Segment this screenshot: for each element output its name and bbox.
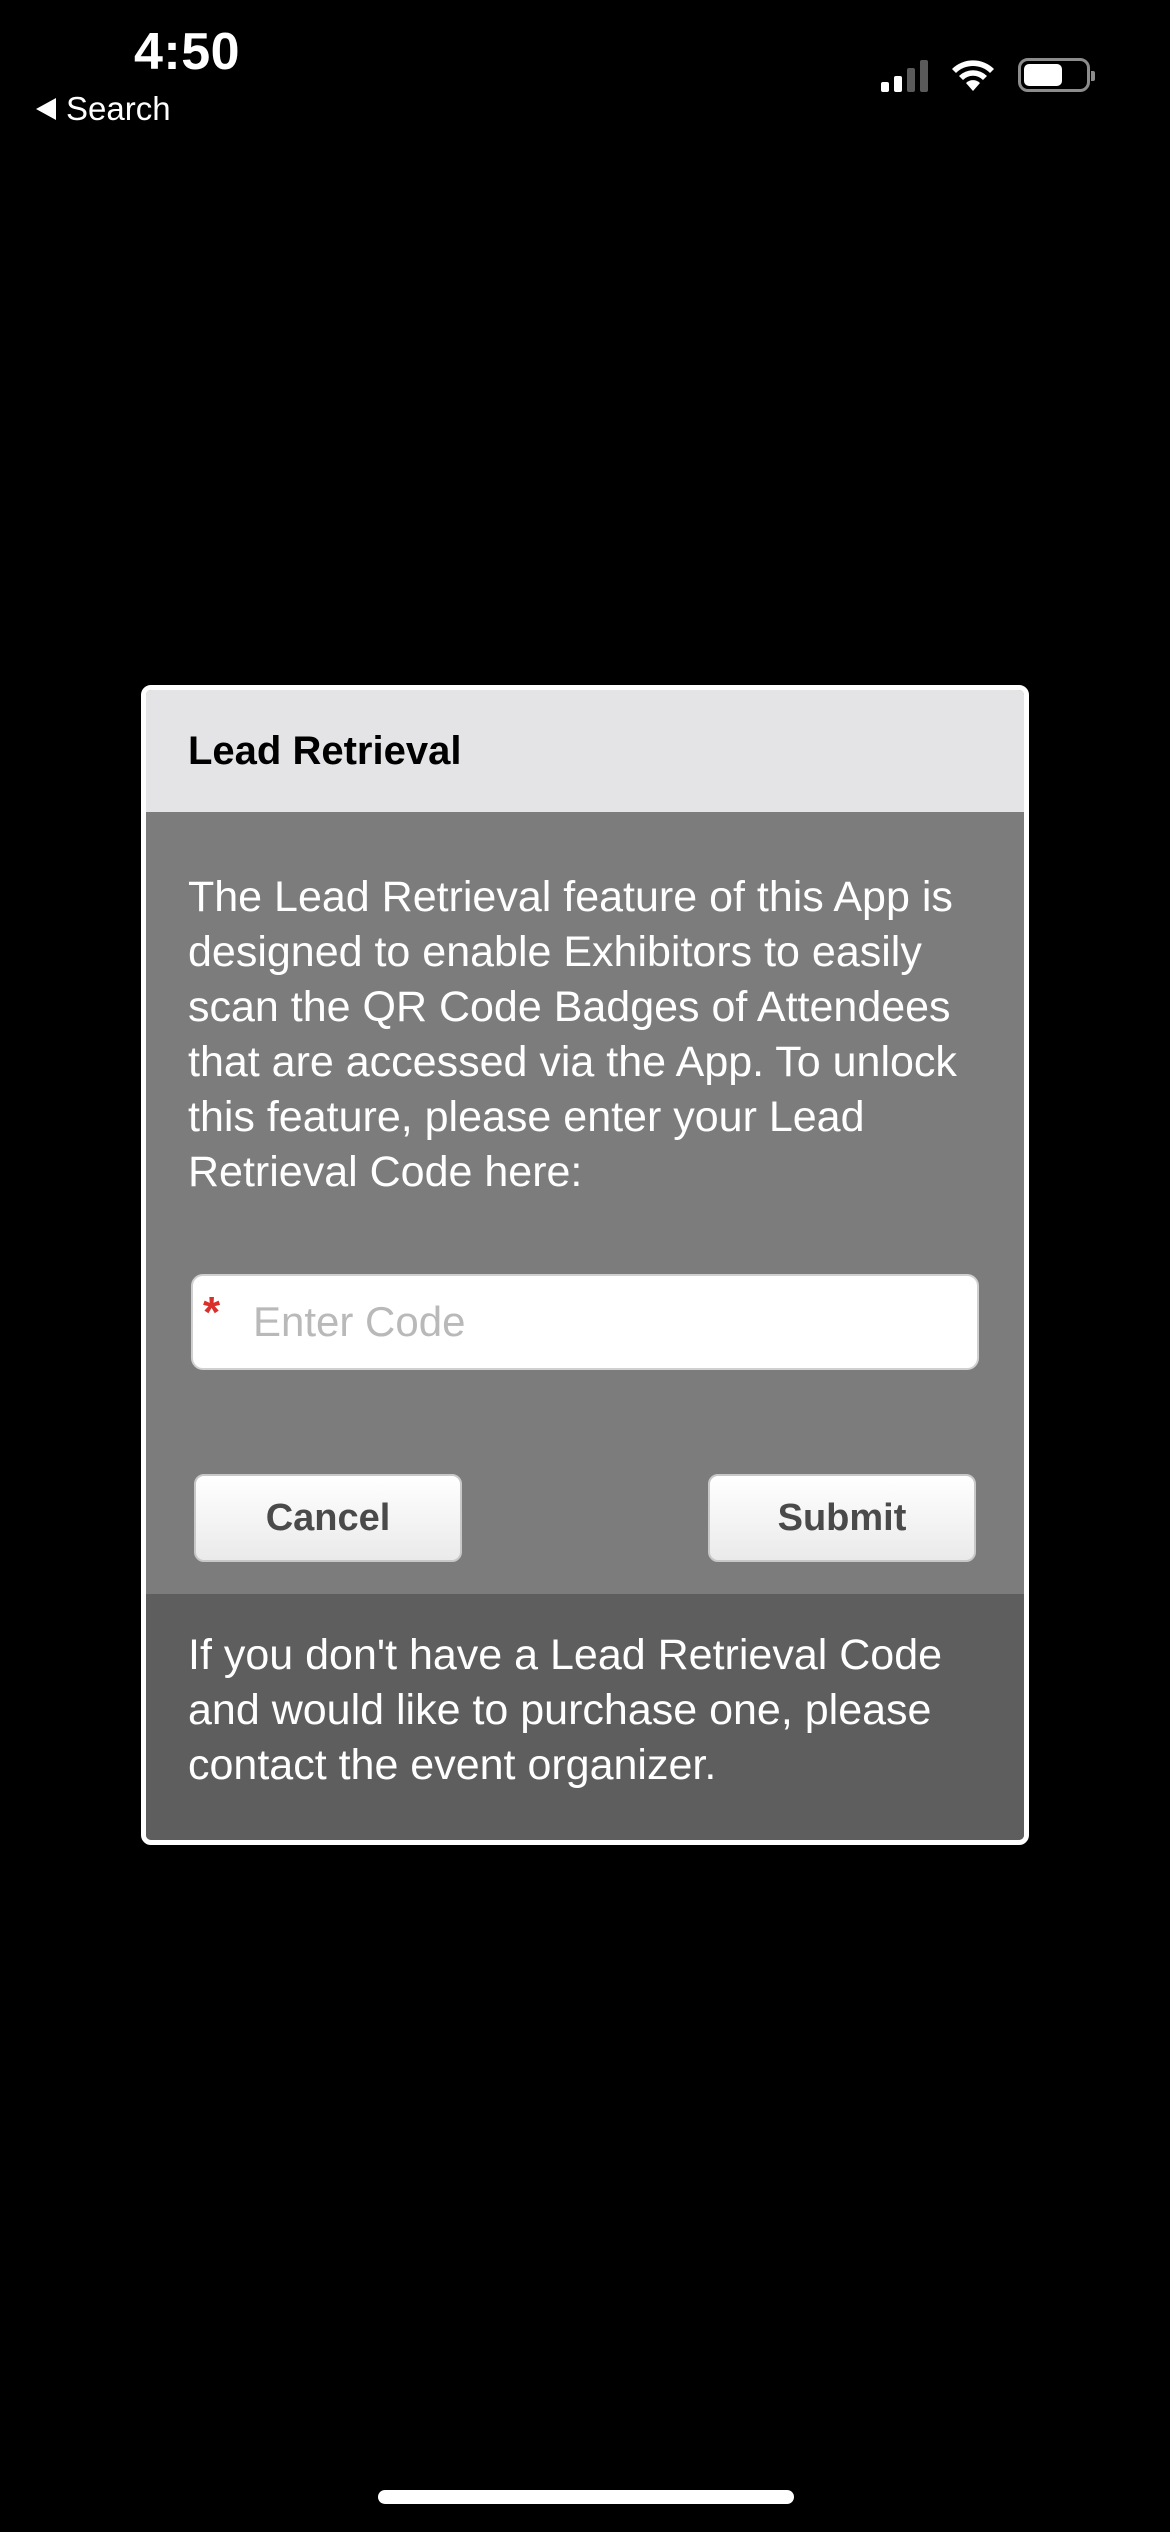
dialog-body: The Lead Retrieval feature of this App i…	[146, 812, 1024, 1594]
back-caret-icon	[36, 98, 56, 120]
cellular-signal-icon	[881, 58, 928, 92]
status-time: 4:50	[134, 23, 241, 81]
dialog-footer: If you don't have a Lead Retrieval Code …	[146, 1594, 1024, 1840]
submit-button[interactable]: Submit	[708, 1474, 976, 1562]
dialog-header: Lead Retrieval	[146, 690, 1024, 812]
lead-retrieval-code-input[interactable]	[239, 1298, 953, 1346]
dialog-description: The Lead Retrieval feature of this App i…	[188, 873, 957, 1196]
code-field[interactable]: *	[191, 1274, 979, 1370]
footer-text: If you don't have a Lead Retrieval Code …	[188, 1631, 943, 1789]
status-icons	[881, 58, 1095, 92]
wifi-icon	[952, 60, 994, 91]
cancel-button[interactable]: Cancel	[194, 1474, 462, 1562]
dialog-title: Lead Retrieval	[188, 728, 462, 773]
screen: 4:50 Search Lead Retrieval The Lead Retr…	[0, 0, 1170, 2532]
lead-retrieval-dialog: Lead Retrieval The Lead Retrieval featur…	[141, 685, 1029, 1845]
battery-icon	[1018, 58, 1095, 92]
back-link-label: Search	[66, 90, 171, 127]
required-asterisk: *	[203, 1288, 221, 1337]
back-to-search-link[interactable]: Search	[36, 90, 171, 128]
home-indicator[interactable]	[378, 2490, 794, 2504]
